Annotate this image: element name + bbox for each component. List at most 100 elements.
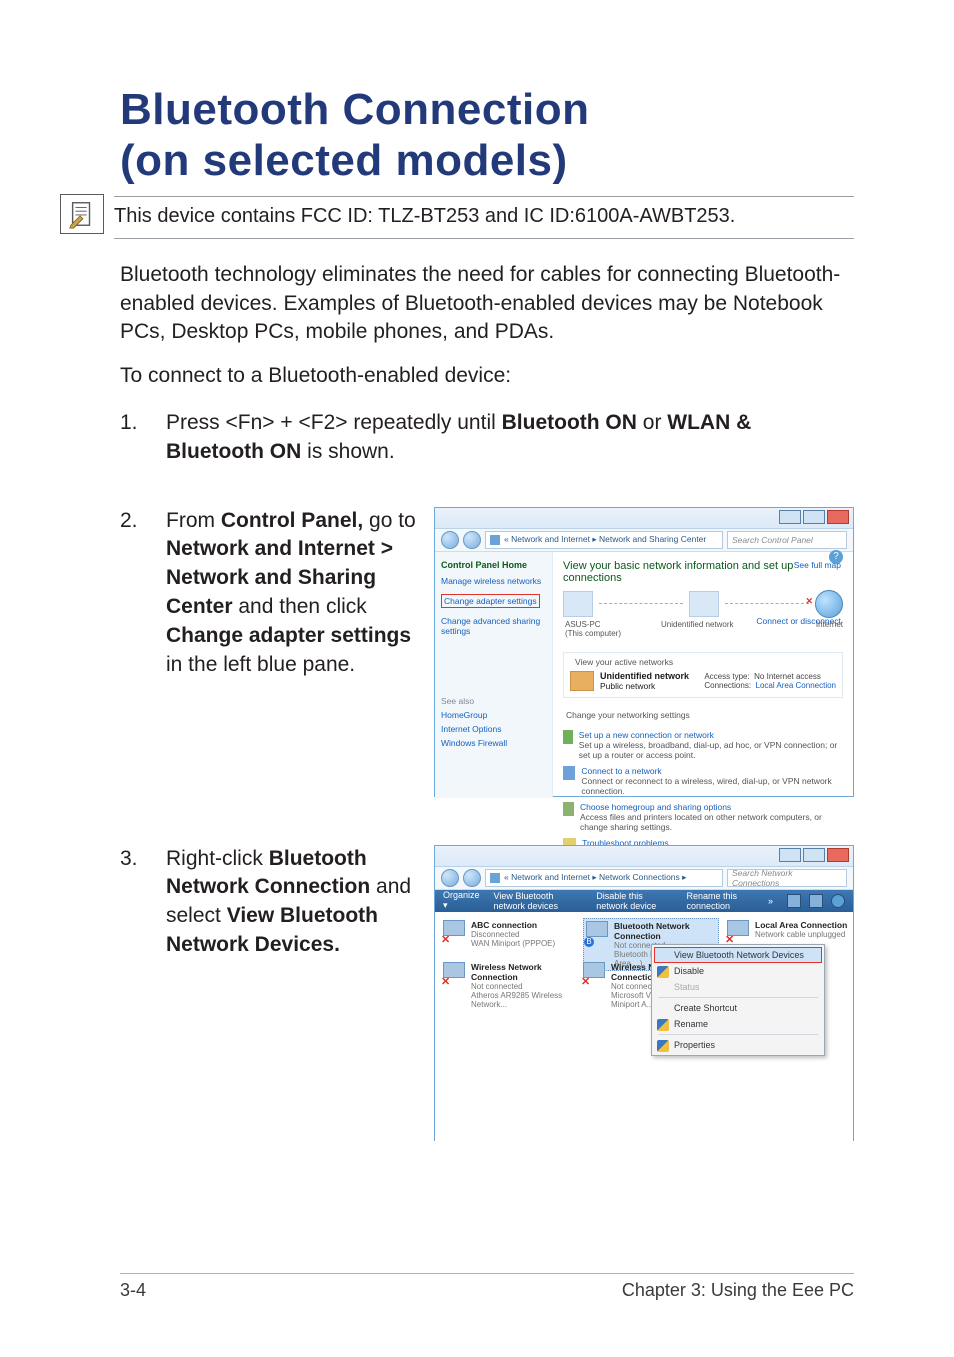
- step-2-t1: From: [166, 509, 221, 532]
- minimize-button[interactable]: [779, 510, 801, 524]
- conn3-name: Local Area Connection: [755, 920, 847, 930]
- menu-create-shortcut[interactable]: Create Shortcut: [654, 1000, 822, 1016]
- view-icon[interactable]: [787, 894, 801, 908]
- link-manage-wireless[interactable]: Manage wireless networks: [441, 576, 546, 586]
- page-footer: 3-4 Chapter 3: Using the Eee PC: [120, 1273, 854, 1301]
- disconnected-icon: ✕: [441, 975, 450, 988]
- maximize-button[interactable]: [803, 848, 825, 862]
- toolbar-view-bt-devices[interactable]: View Bluetooth network devices: [494, 891, 583, 911]
- task1-sub: Set up a wireless, broadband, dial-up, a…: [579, 740, 843, 760]
- menu-disable[interactable]: Disable: [654, 963, 822, 979]
- step-2-t2: go to: [363, 509, 416, 532]
- connect-icon: [563, 766, 575, 780]
- task-homegroup[interactable]: Choose homegroup and sharing optionsAcce…: [563, 802, 843, 832]
- forward-icon[interactable]: [463, 869, 481, 887]
- conn4-s1: Not connected: [471, 982, 573, 991]
- task-connect-network[interactable]: Connect to a networkConnect or reconnect…: [563, 766, 843, 796]
- back-icon[interactable]: [441, 869, 459, 887]
- pc-label: ASUS-PC: [565, 620, 601, 629]
- close-button[interactable]: [827, 848, 849, 862]
- task2-sub: Connect or reconnect to a wireless, wire…: [581, 776, 843, 796]
- active-network-icon: [570, 671, 594, 691]
- link-internet-options[interactable]: Internet Options: [441, 724, 546, 734]
- step-1-pre: Press <Fn> + <F2> repeatedly until: [166, 411, 502, 434]
- toolbar-more[interactable]: »: [768, 896, 773, 906]
- search-input-2[interactable]: Search Network Connections: [727, 869, 847, 887]
- back-icon[interactable]: [441, 531, 459, 549]
- disconnected-icon: ✕: [441, 933, 450, 946]
- window-titlebar-2: [435, 846, 853, 867]
- step-2-number: 2.: [120, 507, 166, 681]
- step-1-post: is shown.: [301, 440, 394, 463]
- link-change-advanced-sharing[interactable]: Change advanced sharing settings: [441, 616, 546, 636]
- access-type-value: No Internet access: [754, 672, 821, 681]
- conn1-s2: WAN Miniport (PPPOE): [471, 939, 555, 948]
- step-2: 2. From Control Panel, go to Network and…: [120, 507, 854, 797]
- context-menu: View Bluetooth Network Devices Disable S…: [651, 944, 825, 1056]
- connection-wireless-1[interactable]: ✕ Wireless Network ConnectionNot connect…: [443, 962, 573, 1009]
- menu-view-bluetooth-devices[interactable]: View Bluetooth Network Devices: [654, 947, 822, 963]
- minimize-button[interactable]: [779, 848, 801, 862]
- screenshot-network-sharing-center: « Network and Internet ▸ Network and Sha…: [434, 507, 854, 797]
- page-number: 3-4: [120, 1280, 146, 1301]
- link-local-area-connection[interactable]: Local Area Connection: [756, 681, 837, 690]
- search-placeholder: Search Control Panel: [732, 535, 813, 545]
- connection-line-1: [599, 603, 683, 604]
- step-1-mid: or: [637, 411, 667, 434]
- left-pane: Control Panel Home Manage wireless netwo…: [435, 552, 553, 798]
- intro-paragraph: Bluetooth technology eliminates the need…: [120, 261, 854, 346]
- conn1-s1: Disconnected: [471, 930, 555, 939]
- active-network-name: Unidentified network: [600, 671, 689, 681]
- menu-properties-label: Properties: [674, 1040, 715, 1050]
- breadcrumb-icon: [490, 535, 500, 545]
- monitor-icon: [586, 921, 608, 937]
- menu-status: Status: [654, 979, 822, 995]
- help-icon[interactable]: [831, 894, 845, 908]
- toolbar-disable[interactable]: Disable this network device: [596, 891, 672, 911]
- toolbar-organize[interactable]: Organize ▾: [443, 890, 480, 911]
- menu-rename-label: Rename: [674, 1019, 708, 1029]
- toolbar-rename[interactable]: Rename this connection: [686, 891, 754, 911]
- note-icon: [60, 194, 104, 234]
- breadcrumb[interactable]: « Network and Internet ▸ Network and Sha…: [485, 531, 723, 549]
- link-homegroup[interactable]: HomeGroup: [441, 710, 546, 720]
- menu-separator: [658, 1034, 818, 1035]
- right-pane: ? View your basic network information an…: [553, 552, 853, 798]
- link-see-full-map[interactable]: See full map: [794, 560, 841, 570]
- task-setup-connection[interactable]: Set up a new connection or networkSet up…: [563, 730, 843, 760]
- preview-icon[interactable]: [809, 894, 823, 908]
- maximize-button[interactable]: [803, 510, 825, 524]
- menu-rename[interactable]: Rename: [654, 1016, 822, 1032]
- access-type-label: Access type:: [704, 672, 749, 681]
- setup-icon: [563, 730, 573, 744]
- close-button[interactable]: [827, 510, 849, 524]
- conn4-s2: Atheros AR9285 Wireless Network...: [471, 991, 573, 1009]
- search-input[interactable]: Search Control Panel: [727, 531, 847, 549]
- breadcrumb-text-2: « Network and Internet ▸ Network Connect…: [504, 872, 686, 883]
- toolbar: Organize ▾ View Bluetooth network device…: [435, 890, 853, 912]
- link-connect-disconnect[interactable]: Connect or disconnect: [756, 616, 841, 626]
- forward-icon[interactable]: [463, 531, 481, 549]
- link-change-adapter-settings[interactable]: Change adapter settings: [441, 594, 540, 608]
- step-3-number: 3.: [120, 845, 166, 961]
- step-1-text: Press <Fn> + <F2> repeatedly until Bluet…: [166, 409, 854, 467]
- step-2-text: From Control Panel, go to Network and In…: [166, 507, 420, 681]
- connection-lan[interactable]: ✕ Local Area ConnectionNetwork cable unp…: [727, 920, 857, 942]
- view-active-networks-label: View your active networks: [572, 657, 676, 667]
- unidentified-label: Unidentified network: [661, 620, 733, 638]
- control-panel-home[interactable]: Control Panel Home: [441, 560, 546, 570]
- link-windows-firewall[interactable]: Windows Firewall: [441, 738, 546, 748]
- active-network-type[interactable]: Public network: [600, 681, 655, 691]
- network-icon: [689, 591, 719, 617]
- shield-icon: [657, 966, 669, 978]
- shield-icon: [657, 1019, 669, 1031]
- menu-properties[interactable]: Properties: [654, 1037, 822, 1053]
- shield-icon: [657, 1040, 669, 1052]
- task3-sub: Access files and printers located on oth…: [580, 812, 843, 832]
- step-1: 1. Press <Fn> + <F2> repeatedly until Bl…: [120, 409, 854, 467]
- breadcrumb-2[interactable]: « Network and Internet ▸ Network Connect…: [485, 869, 723, 887]
- task2-title: Connect to a network: [581, 766, 661, 776]
- computer-icon: [563, 591, 593, 617]
- connection-abc[interactable]: ✕ ABC connectionDisconnectedWAN Miniport…: [443, 920, 573, 948]
- connections-label: Connections:: [704, 681, 751, 690]
